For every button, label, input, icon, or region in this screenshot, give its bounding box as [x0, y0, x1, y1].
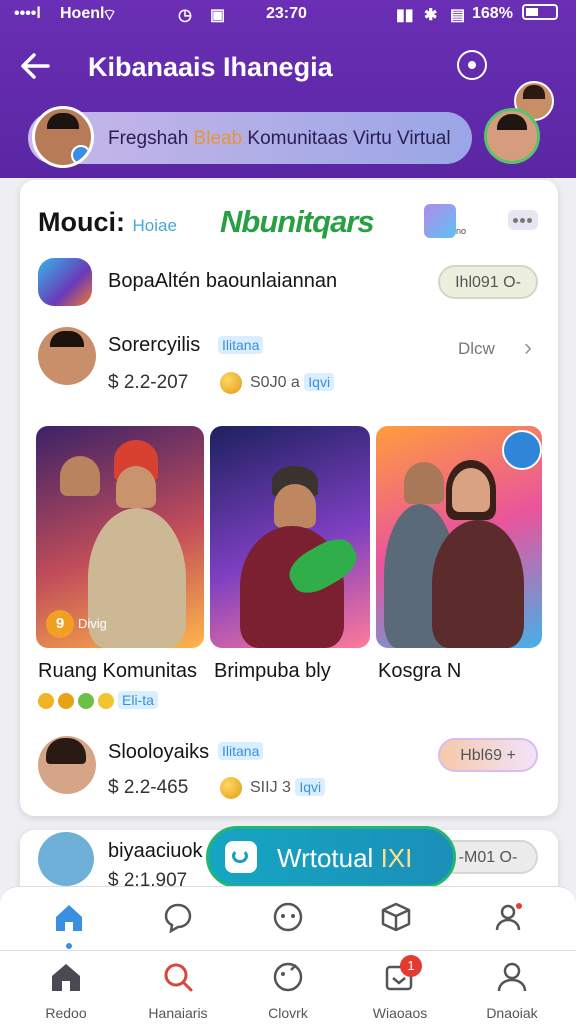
- member-avatar[interactable]: [38, 327, 96, 385]
- app-icon-label: no: [456, 226, 467, 236]
- member-name: biyaaciuok: [108, 840, 203, 862]
- tile-label: Brimpuba bly: [214, 660, 331, 682]
- wifi-icon: ⌔: [102, 7, 118, 24]
- signal-icon: ••••l: [14, 5, 41, 22]
- brand-wordmark: Nbunitqars: [220, 204, 375, 239]
- tile-label: Ruang Komunitas: [38, 660, 197, 682]
- chat-icon: [225, 841, 257, 873]
- row-title: BopaAltén baounlaiannan: [108, 270, 338, 292]
- battery-icon: [522, 4, 558, 20]
- more-options-icon[interactable]: [508, 210, 538, 230]
- nav-label: Dnaoiak: [486, 1005, 538, 1021]
- member-price: $ 2.2-465: [108, 777, 189, 798]
- status-bar: ••••l Hoenl ⌔ ◷ ▣ 23:70 ▮▮ ✱ ▤ 168%: [0, 0, 576, 28]
- bluetooth-icon: ✱: [424, 7, 438, 24]
- chevron-right-icon[interactable]: ›: [524, 334, 532, 362]
- brand-logo: Mouci: Hoiae: [38, 207, 177, 237]
- lock-icon: ▤: [450, 7, 466, 24]
- fab-label: Wrtotual IXI: [277, 843, 413, 873]
- friend-avatar[interactable]: [484, 108, 540, 164]
- member-badge: Ilitana: [218, 742, 264, 760]
- page-title: Kibanaais Ihanegia: [88, 52, 333, 82]
- nav-item-profile[interactable]: Dnaoiak: [482, 961, 542, 1021]
- nav-label: Hanaiaris: [148, 1005, 208, 1021]
- member-name: Slooloyaiks: [108, 741, 210, 763]
- box-icon[interactable]: [380, 901, 412, 933]
- active-indicator: [66, 943, 72, 949]
- tile-badge: 9: [46, 610, 74, 638]
- tile-image[interactable]: 9 Divig: [36, 426, 204, 648]
- coin-icon: [220, 777, 242, 799]
- community-avatar[interactable]: [32, 106, 94, 168]
- notification-icon: ▣: [210, 7, 226, 24]
- battery-label: 168%: [472, 5, 513, 22]
- clock-label: 23:70: [266, 5, 307, 22]
- app-icon[interactable]: [424, 204, 456, 238]
- nav-item-face[interactable]: Clovrk: [258, 961, 318, 1021]
- coin-text: SIIJ 3 Iqvi: [250, 778, 326, 797]
- join-chip[interactable]: Hbl69 +: [438, 738, 538, 772]
- bottom-nav: Redoo Hanaiaris Clovrk 1 Wiaoaos Dnaoiak: [0, 950, 576, 1025]
- member-price: $ 2.2-207: [108, 372, 189, 393]
- tile-label: Kosgra N: [378, 660, 462, 682]
- nav-item-search[interactable]: Hanaiaris: [148, 961, 208, 1021]
- tile-image[interactable]: [376, 426, 542, 648]
- reaction-icons: Eli-ta: [38, 691, 188, 712]
- nav-item-inbox[interactable]: 1 Wiaoaos: [370, 955, 430, 1021]
- coin-text: S0J0 a Iqvi: [250, 373, 335, 392]
- nav-label: Redoo: [45, 1005, 87, 1021]
- detail-link[interactable]: Dlcw: [458, 339, 495, 359]
- search-icon: [164, 963, 193, 992]
- home-icon: [52, 964, 80, 991]
- member-avatar[interactable]: [38, 736, 96, 794]
- nav-label: Wiaoaos: [372, 1005, 428, 1021]
- arrow-left-icon[interactable]: [18, 50, 54, 82]
- alarm-icon: ◷: [178, 7, 192, 24]
- cell-bars-icon: ▮▮: [396, 7, 414, 24]
- nav-item-home[interactable]: Redoo: [36, 961, 96, 1021]
- join-chip[interactable]: Ihl091 O-: [438, 265, 538, 299]
- member-name: Sorercyilis: [108, 334, 201, 356]
- carrier-label: Hoenl: [60, 5, 105, 22]
- profile-icon[interactable]: [492, 901, 524, 933]
- member-badge: Ilitana: [218, 336, 264, 354]
- coin-icon: [220, 372, 242, 394]
- member-avatar[interactable]: [38, 832, 94, 886]
- notification-badge: 1: [400, 955, 422, 977]
- home-icon[interactable]: [52, 901, 86, 935]
- smiley-icon[interactable]: [272, 901, 304, 933]
- community-pill-text: Fregshah Bleab Komunitaas Virtu Virtual: [108, 128, 451, 149]
- circle-dot-icon[interactable]: [457, 50, 487, 80]
- community-icon: [38, 258, 92, 306]
- face-icon: [273, 962, 303, 992]
- user-icon: [497, 962, 527, 992]
- virtual-community-button[interactable]: Wrtotual IXI: [206, 826, 456, 888]
- top-bar: Kibanaais Ihanegia: [0, 38, 576, 121]
- nav-label: Clovrk: [268, 1005, 308, 1021]
- secondary-nav: [0, 886, 576, 951]
- tile-badge-text: Divig: [78, 616, 107, 631]
- tile-image[interactable]: [210, 426, 370, 648]
- chat-bubble-icon[interactable]: [162, 901, 194, 933]
